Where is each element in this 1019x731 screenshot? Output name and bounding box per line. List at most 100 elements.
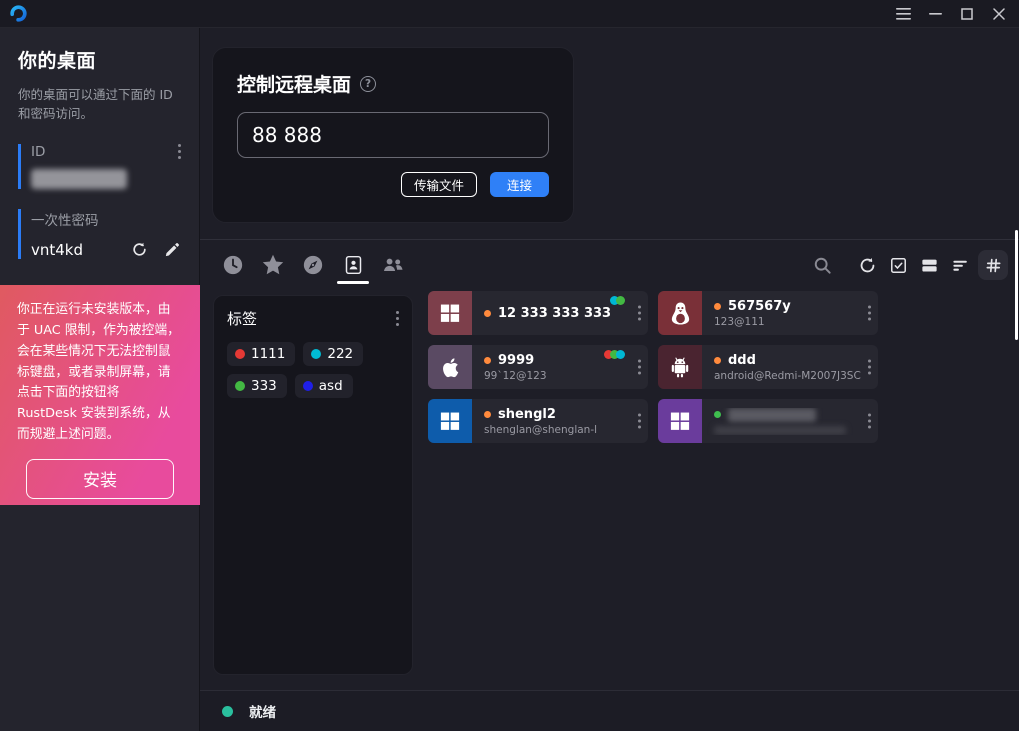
card-view-icon[interactable]: [916, 252, 942, 278]
otp-section: 一次性密码 vnt4kd: [18, 209, 181, 259]
peer-menu-icon[interactable]: [638, 414, 641, 429]
id-menu-icon[interactable]: [178, 144, 181, 159]
remote-id-input[interactable]: [237, 112, 549, 158]
statusbar: 就绪: [200, 690, 1019, 731]
redacted-peer-username: [714, 426, 846, 435]
edit-password-icon[interactable]: [164, 241, 181, 258]
tab-group[interactable]: [381, 253, 405, 277]
minimize-button[interactable]: [925, 4, 945, 24]
peer-status-dot: [714, 357, 721, 364]
search-icon[interactable]: [809, 252, 835, 278]
peer-username: 99`12@123: [484, 370, 634, 382]
titlebar: [0, 0, 1019, 28]
peer-name: 567567y: [728, 299, 791, 314]
scrollbar-thumb[interactable]: [1015, 230, 1018, 340]
peer-status-dot: [714, 411, 721, 418]
apple-logo-icon: [438, 355, 463, 380]
tags-title: 标签: [227, 308, 257, 329]
divider: [200, 239, 1019, 240]
tag-color-dot: [311, 349, 321, 359]
tag-chip[interactable]: 222: [303, 342, 363, 366]
peer-os-icon: [658, 291, 702, 335]
tab-discovered[interactable]: [301, 253, 325, 277]
peer-os-icon: [428, 399, 472, 443]
peer-menu-icon[interactable]: [638, 306, 641, 321]
peer-status-dot: [714, 303, 721, 310]
control-remote-desktop-card: 控制远程桌面 ? 传输文件 连接: [212, 47, 574, 223]
status-ready-dot: [222, 706, 233, 717]
tag-label: 333: [251, 378, 277, 394]
tags-menu-icon[interactable]: [396, 311, 399, 326]
tag-chip[interactable]: asd: [295, 374, 353, 398]
peer-menu-icon[interactable]: [868, 414, 871, 429]
peer-status-dot: [484, 357, 491, 364]
linux-tux-icon: [667, 300, 694, 327]
select-peers-checkbox-icon[interactable]: [885, 252, 911, 278]
peer-os-icon: [428, 291, 472, 335]
peer-card[interactable]: 12 333 333 333: [428, 291, 648, 335]
tag-list: 1111 222 333 asd: [227, 342, 399, 398]
android-robot-icon: [667, 354, 693, 380]
connect-card-title: 控制远程桌面: [237, 70, 351, 97]
tag-color-dot: [235, 381, 245, 391]
peer-menu-icon[interactable]: [868, 306, 871, 321]
sort-icon[interactable]: [947, 252, 973, 278]
tab-favorites[interactable]: [261, 253, 285, 277]
peer-name: 12 333 333 333: [498, 306, 611, 321]
redacted-id-value: [31, 169, 127, 189]
peer-username: 123@111: [714, 316, 864, 328]
tag-label: 1111: [251, 346, 285, 362]
tag-chip[interactable]: 1111: [227, 342, 295, 366]
otp-value: vnt4kd: [31, 241, 83, 259]
sidebar-description: 你的桌面可以通过下面的 ID 和密码访问。: [18, 85, 181, 124]
maximize-button[interactable]: [957, 4, 977, 24]
close-button[interactable]: [989, 4, 1009, 24]
tags-panel: 标签 1111 222 333 asd: [213, 295, 413, 675]
tag-color-dot: [235, 349, 245, 359]
peer-tabs: [221, 250, 405, 280]
main-area: 控制远程桌面 ? 传输文件 连接: [200, 28, 1019, 731]
peer-os-icon: [658, 399, 702, 443]
peer-card[interactable]: 9999 99`12@123: [428, 345, 648, 389]
sidebar: 你的桌面 你的桌面可以通过下面的 ID 和密码访问。 ID 一次性密码 vnt4…: [0, 28, 200, 731]
peer-os-icon: [428, 345, 472, 389]
peer-card[interactable]: [658, 399, 878, 443]
grid-view-icon[interactable]: [978, 250, 1008, 280]
peer-tag-dots: [613, 296, 625, 305]
id-label: ID: [31, 144, 45, 160]
tab-address-book[interactable]: [341, 253, 365, 277]
sidebar-title: 你的桌面: [18, 46, 181, 73]
peer-toolbar: [809, 250, 1008, 280]
peer-card[interactable]: shengl2 shenglan@shenglan-l: [428, 399, 648, 443]
peer-tag-dots: [607, 350, 625, 359]
peer-name: shengl2: [498, 407, 556, 422]
peer-card[interactable]: 567567y 123@111: [658, 291, 878, 335]
windows-logo-icon: [437, 300, 463, 326]
tag-color-dot: [303, 381, 313, 391]
refresh-password-icon[interactable]: [131, 241, 148, 258]
peer-grid: 12 333 333 333 567567y: [428, 291, 878, 443]
window-menu-button[interactable]: [893, 4, 913, 24]
warning-text: 你正在运行未安装版本，由于 UAC 限制，作为被控端，会在某些情况下无法控制鼠标…: [17, 300, 183, 446]
peer-menu-icon[interactable]: [868, 360, 871, 375]
help-icon[interactable]: ?: [360, 76, 376, 92]
otp-label: 一次性密码: [31, 209, 99, 229]
peer-name: ddd: [728, 353, 756, 368]
refresh-peers-icon[interactable]: [854, 252, 880, 278]
peer-menu-icon[interactable]: [638, 360, 641, 375]
peer-card[interactable]: ddd android@Redmi-M2007J3SC: [658, 345, 878, 389]
peer-status-dot: [484, 411, 491, 418]
peer-os-icon: [658, 345, 702, 389]
id-section: ID: [18, 144, 181, 189]
peer-username: android@Redmi-M2007J3SC: [714, 370, 864, 382]
tab-recent-sessions[interactable]: [221, 253, 245, 277]
peer-name: 9999: [498, 353, 534, 368]
tag-chip[interactable]: 333: [227, 374, 287, 398]
peer-status-dot: [484, 310, 491, 317]
status-text: 就绪: [249, 701, 276, 721]
install-button[interactable]: 安装: [26, 459, 174, 499]
windows-logo-icon: [667, 408, 693, 434]
transfer-file-button[interactable]: 传输文件: [401, 172, 477, 197]
connect-button[interactable]: 连接: [490, 172, 549, 197]
tag-label: asd: [319, 378, 343, 394]
